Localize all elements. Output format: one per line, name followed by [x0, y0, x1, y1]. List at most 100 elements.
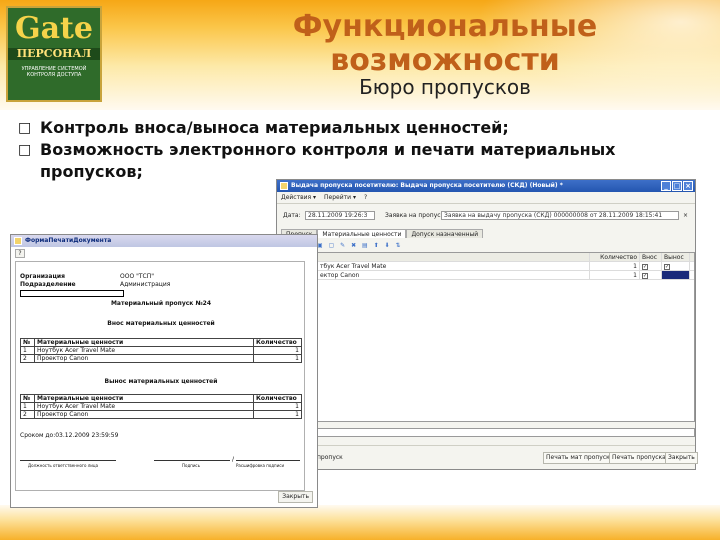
column-header-quantity[interactable]: Количество — [590, 253, 640, 261]
close-window-button[interactable]: Закрыть — [665, 452, 698, 464]
actions-menu[interactable]: Действия ▾ — [281, 192, 316, 203]
logo-caption: УПРАВЛЕНИЕ СИСТЕМОЙ КОНТРОЛЯ ДОСТУПА — [21, 66, 87, 78]
window-icon — [14, 237, 22, 245]
print-material-pass-button[interactable]: Печать мат пропуска — [543, 452, 617, 464]
gate-personal-logo: Gate ПЕРСОНАЛ УПРАВЛЕНИЕ СИСТЕМОЙ КОНТРО… — [6, 6, 102, 102]
pass-bottom-label: пропуск — [317, 454, 343, 461]
navigate-menu[interactable]: Перейти ▾ — [324, 192, 356, 203]
cell-quantity: 1 — [590, 271, 640, 279]
window-icon — [280, 182, 288, 190]
date-label: Дата: — [283, 212, 301, 219]
signature-line-position — [20, 460, 116, 461]
column-header-name — [318, 253, 590, 261]
out-section-title: Вынос материальных ценностей — [104, 378, 218, 385]
header-number: № — [20, 338, 35, 347]
column-header-out[interactable]: Вынос — [662, 253, 690, 261]
org-label: Организация — [20, 273, 65, 280]
header-name: Материальные ценности — [34, 394, 254, 403]
print-form-window: ФормаПечатиДокумента ? Организация ООО "… — [10, 234, 318, 508]
table-row: 1 Ноутбук Acer Travel Mate 1 — [20, 402, 302, 411]
dept-label: Подразделение — [20, 281, 76, 288]
cell-name: ектор Canon — [318, 271, 590, 279]
help-button[interactable]: ? — [364, 192, 367, 203]
header-quantity: Количество — [253, 338, 302, 347]
clear-request-icon[interactable]: × — [683, 211, 688, 220]
logo-word: Gate — [14, 11, 93, 46]
signature-line-sign — [154, 460, 230, 461]
checkbox-out[interactable]: ✓ — [664, 263, 670, 270]
table-row: 2 Проектор Canon 1 — [20, 354, 302, 363]
slide-subtitle: Бюро пропусков — [359, 75, 531, 99]
header-name: Материальные ценности — [34, 338, 254, 347]
print-window-titlebar: ФормаПечатиДокумента — [11, 235, 317, 247]
caption-position: Должность ответственного лица — [28, 463, 99, 468]
signature-separator: / — [232, 456, 235, 463]
minimize-button[interactable]: _ — [661, 181, 671, 191]
maximize-button[interactable]: □ — [672, 181, 682, 191]
grid-header: Количество Внос Вынос — [318, 253, 694, 262]
document-title: Материальный пропуск №24 — [110, 300, 212, 307]
caption-signature: Подпись — [182, 463, 200, 468]
cell-out-selected[interactable] — [662, 271, 690, 279]
request-label: Заявка на пропуск: — [385, 212, 447, 219]
tab-material-values[interactable]: Материальные ценности — [317, 229, 407, 238]
header-number: № — [20, 394, 35, 403]
bullet-text: Возможность электронного контроля и печа… — [40, 140, 616, 181]
header-box — [20, 290, 124, 297]
slide-title: Функциональные возможности — [292, 9, 598, 78]
close-button[interactable]: × — [683, 181, 693, 191]
help-button[interactable]: ? — [15, 249, 25, 258]
cell-quantity: 1 — [253, 410, 302, 419]
material-pass-document: Организация ООО "ТСП" Подразделение Адми… — [15, 261, 305, 491]
table-row: 1 Ноутбук Acer Travel Mate 1 — [20, 346, 302, 355]
cell-quantity: 1 — [253, 354, 302, 363]
window-titlebar: Выдача пропуска посетителю: Выдача пропу… — [277, 180, 695, 192]
pass-issue-window: Выдача пропуска посетителю: Выдача пропу… — [276, 179, 698, 470]
cell-quantity: 1 — [590, 262, 640, 270]
checkbox-in[interactable]: ✓ — [642, 263, 648, 270]
close-button[interactable]: Закрыть — [278, 491, 313, 503]
bullet-square-icon: □ — [18, 142, 32, 158]
date-field[interactable]: 28.11.2009 19:26:3 — [305, 211, 375, 220]
toolbar: Действия ▾ Перейти ▾ ? — [277, 192, 695, 204]
cell-number: 2 — [20, 354, 35, 363]
cell-quantity: 1 — [253, 346, 302, 355]
dept-value: Администрация — [120, 281, 171, 288]
org-value: ООО "ТСП" — [120, 273, 154, 280]
cell-number: 1 — [20, 346, 35, 355]
signature-line-decode — [236, 460, 300, 461]
grid-toolbar-icons[interactable]: ▣ ▢ ✎ ✖ ▤ ⬆ ⬇ ⇅ — [317, 241, 403, 250]
print-pass-button[interactable]: Печать пропуска — [609, 452, 669, 464]
print-window-title: ФормаПечатиДокумента — [25, 237, 112, 244]
bullet-square-icon: □ — [18, 120, 32, 136]
comment-field[interactable] — [317, 428, 695, 437]
logo-subword: ПЕРСОНАЛ — [8, 48, 100, 60]
checkbox-in[interactable]: ✓ — [642, 272, 648, 279]
table-header-row: № Материальные ценности Количество — [20, 394, 302, 403]
out-items-table: № Материальные ценности Количество 1 Ноу… — [20, 394, 302, 419]
cell-in[interactable]: ✓ — [640, 262, 662, 270]
bullet-list: □ Контроль вноса/выноса материальных цен… — [18, 117, 708, 183]
term-text: Сроком до:03.12.2009 23:59:59 — [20, 432, 119, 439]
cell-number: 1 — [20, 402, 35, 411]
window-title: Выдача пропуска посетителю: Выдача пропу… — [291, 182, 563, 189]
cell-number: 2 — [20, 410, 35, 419]
cell-name: Проектор Canon — [34, 354, 254, 363]
cell-name: Проектор Canon — [34, 410, 254, 419]
column-header-in[interactable]: Внос — [640, 253, 662, 261]
in-section-title: Внос материальных ценностей — [107, 320, 215, 327]
cell-name: Ноутбук Acer Travel Mate — [34, 346, 254, 355]
bullet-item: □ Возможность электронного контроля и пе… — [18, 139, 708, 183]
bullet-item: □ Контроль вноса/выноса материальных цен… — [18, 117, 708, 139]
cell-in[interactable]: ✓ — [640, 271, 662, 279]
request-field[interactable]: Заявка на выдачу пропуска (СКД) 00000000… — [441, 211, 679, 220]
in-items-table: № Материальные ценности Количество 1 Ноу… — [20, 338, 302, 363]
cell-name: тбук Acer Travel Mate — [318, 262, 590, 270]
tab-assigned-access[interactable]: Допуск назначенный — [406, 229, 484, 238]
table-row[interactable]: тбук Acer Travel Mate 1 ✓ ✓ — [318, 262, 694, 271]
bottom-bar: пропуск Печать мат пропуска Печать пропу… — [277, 445, 698, 469]
cell-out[interactable]: ✓ — [662, 262, 690, 270]
table-row: 2 Проектор Canon 1 — [20, 410, 302, 419]
table-row[interactable]: ектор Canon 1 ✓ — [318, 271, 694, 280]
table-header-row: № Материальные ценности Количество — [20, 338, 302, 347]
